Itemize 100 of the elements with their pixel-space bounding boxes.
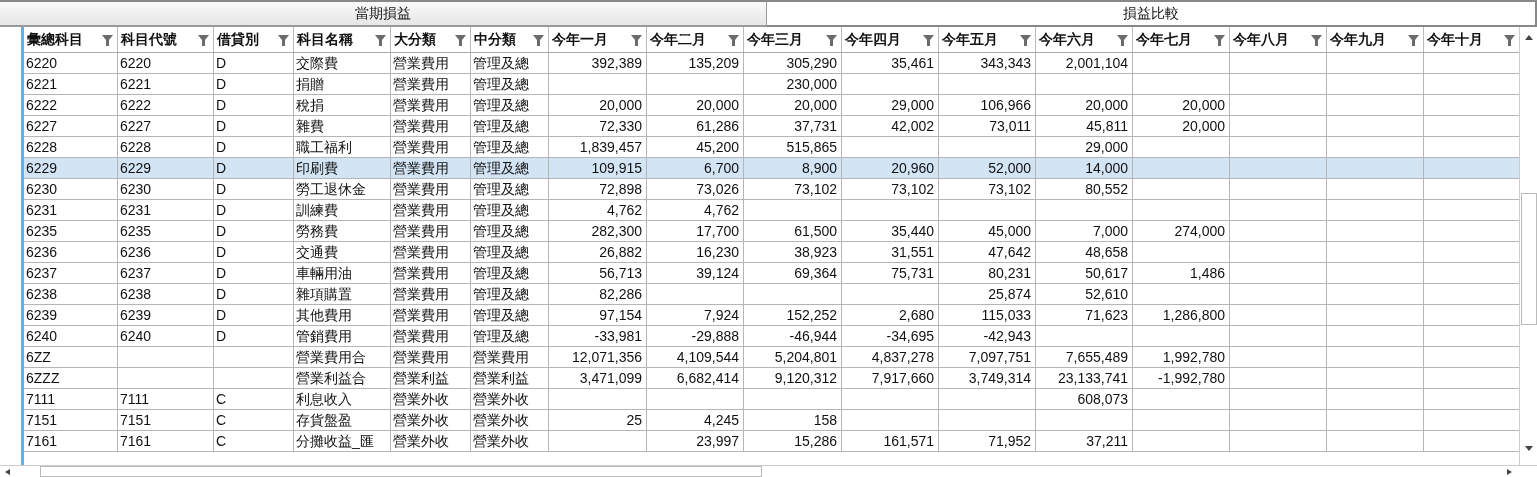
table-cell: 車輛用油 [296,263,352,283]
table-cell: 管理及總 [473,326,529,346]
filter-icon[interactable] [1408,33,1419,46]
column-header[interactable]: 今年二月 [647,27,744,52]
table-cell: 97,154 [599,305,642,325]
table-row[interactable]: 6227 6227 D 雜費 營業費用 管理及總 72,330 61,286 37,731 42,002 73,011 45,811 20,000 [24,116,1519,137]
table-cell: 營業費用 [393,305,449,325]
table-cell: 61,286 [696,116,739,136]
filter-icon[interactable] [278,33,289,46]
table-row[interactable]: 6231 6231 D 訓練費 營業費用 管理及總 4,762 4,762 [24,200,1519,221]
table-cell: 6220 [120,53,152,73]
table-cell: 158 [813,410,837,430]
table-cell: 35,440 [891,221,934,241]
column-header[interactable]: 彙總科目 [24,27,118,52]
table-cell: 營業外收 [393,410,449,430]
table-row[interactable]: 7111 7111 C 利息收入 營業外收 營業外收 608,073 [24,389,1519,410]
group-header: 損益比較 [767,2,1537,27]
table-cell: 20,000 [1182,95,1225,115]
column-header[interactable]: 今年一月 [549,27,647,52]
table-cell: 6222 [26,95,58,115]
column-header[interactable]: 今年五月 [939,27,1036,52]
table-cell: 8,900 [801,158,837,178]
table-row[interactable]: 7161 7161 C 分攤收益_匯 營業外收 營業外收 23,997 15,286 161,571 71,952 37,211 [24,431,1519,452]
column-header[interactable]: 今年三月 [744,27,842,52]
table-cell: 25 [626,410,642,430]
table-cell: 勞工退休金 [296,179,366,199]
table-cell: 35,461 [891,53,934,73]
column-header[interactable]: 科目代號 [118,27,214,52]
table-cell: 6229 [26,158,58,178]
filter-icon[interactable] [1020,33,1031,46]
table-cell: D [216,221,227,241]
table-cell: 15,286 [794,431,837,451]
filter-icon[interactable] [923,33,934,46]
table-row[interactable]: 6239 6239 D 其他費用 營業費用 管理及總 97,154 7,924 152,252 2,680 115,033 71,623 1,286,800 [24,305,1519,326]
column-header[interactable]: 科目名稱 [294,27,391,52]
filter-icon[interactable] [375,33,386,46]
table-cell: 37,211 [1086,431,1128,451]
table-cell: 608,073 [1077,389,1128,409]
table-cell: 勞務費 [296,221,338,241]
table-row[interactable]: 6ZZ 營業費用合 營業費用 營業費用 12,071,356 4,109,544 5,204,801 4,837,278 7,097,751 7,655,489 1,992,780 [24,347,1519,368]
table-cell: 82,286 [599,284,642,304]
table-cell: 營業費用 [393,242,449,262]
column-header[interactable]: 借貸別 [214,27,294,52]
column-header[interactable]: 今年九月 [1327,27,1424,52]
table-row[interactable]: 6238 6238 D 雜項購置 營業費用 管理及總 82,286 25,874 52,610 [24,284,1519,305]
filter-icon[interactable] [728,33,739,46]
table-cell: 7,655,489 [1065,347,1128,367]
table-row[interactable]: 7151 7151 C 存貨盤盈 營業外收 營業外收 25 4,245 158 [24,410,1519,431]
table-row[interactable]: 6230 6230 D 勞工退休金 營業費用 管理及總 72,898 73,026 73,102 73,102 73,102 80,552 [24,179,1519,200]
filter-icon[interactable] [1214,33,1225,46]
table-cell: 管理及總 [473,263,529,283]
table-cell: 72,330 [599,116,642,136]
column-header[interactable]: 今年八月 [1230,27,1327,52]
table-cell: 2,001,104 [1065,53,1128,73]
column-header[interactable]: 今年七月 [1133,27,1230,52]
table-cell: 20,960 [891,158,934,178]
table-cell: 管理及總 [473,116,529,136]
table-row[interactable]: 6235 6235 D 勞務費 營業費用 管理及總 282,300 17,700 61,500 35,440 45,000 7,000 274,000 [24,221,1519,242]
filter-icon[interactable] [1117,33,1128,46]
table-cell: 營業費用 [393,53,449,73]
scrollbar-thumb[interactable] [40,466,762,477]
filter-icon[interactable] [102,33,113,46]
column-header[interactable]: 今年四月 [842,27,939,52]
filter-icon[interactable] [533,33,544,46]
table-cell: 50,617 [1085,263,1128,283]
column-header[interactable]: 大分類 [391,27,471,52]
table-row[interactable]: 6221 6221 D 捐贈 營業費用 管理及總 230,000 [24,74,1519,95]
table-cell: 305,290 [786,53,837,73]
table-cell: 管理及總 [473,242,529,262]
column-header[interactable]: 今年六月 [1036,27,1133,52]
table-cell: 152,252 [786,305,837,325]
table-cell: 管理及總 [473,137,529,157]
table-row[interactable]: 6222 6222 D 稅捐 營業費用 管理及總 20,000 20,000 20,000 29,000 106,966 20,000 20,000 [24,95,1519,116]
table-cell: 6229 [120,158,152,178]
table-cell: 管理及總 [473,95,529,115]
table-row[interactable]: 6236 6236 D 交通費 營業費用 管理及總 26,882 16,230 38,923 31,551 47,642 48,658 [24,242,1519,263]
table-row[interactable]: 6ZZZ 營業利益合 營業利益 營業利益 3,471,099 6,682,414 9,120,312 7,917,660 3,749,314 23,133,741 -1,992,780 [24,368,1519,389]
filter-icon[interactable] [198,33,209,46]
table-row[interactable]: 6240 6240 D 管銷費用 營業費用 管理及總 -33,981 -29,888 -46,944 -34,695 -42,943 [24,326,1519,347]
column-header[interactable]: 中分類 [471,27,549,52]
table-cell: 6231 [26,200,58,220]
table-row[interactable]: 6228 6228 D 職工福利 營業費用 管理及總 1,839,457 45,200 515,865 29,000 [24,137,1519,158]
filter-icon[interactable] [1504,33,1515,46]
filter-icon[interactable] [1311,33,1322,46]
table-row[interactable]: 6237 6237 D 車輛用油 營業費用 管理及總 56,713 39,124 69,364 75,731 80,231 50,617 1,486 [24,263,1519,284]
filter-icon[interactable] [826,33,837,46]
table-cell: 37,731 [794,116,837,136]
table-cell: 管理及總 [473,200,529,220]
table-cell: 交通費 [296,242,338,262]
table-row[interactable]: 6220 6220 D 交際費 營業費用 管理及總 392,389 135,209 305,290 35,461 343,343 2,001,104 [24,53,1519,74]
scrollbar-thumb[interactable] [1520,193,1537,325]
filter-icon[interactable] [631,33,642,46]
table-cell: 6227 [120,116,152,136]
table-cell: 營業外收 [393,431,449,451]
filter-icon[interactable] [455,33,466,46]
table-cell: 營業利益合 [296,368,366,388]
table-cell: 75,731 [891,263,934,283]
table-cell: 20,000 [1085,95,1128,115]
table-cell: 80,552 [1085,179,1128,199]
table-row[interactable]: 6229 6229 D 印刷費 營業費用 管理及總 109,915 6,700 8,900 20,960 52,000 14,000 [24,158,1519,179]
